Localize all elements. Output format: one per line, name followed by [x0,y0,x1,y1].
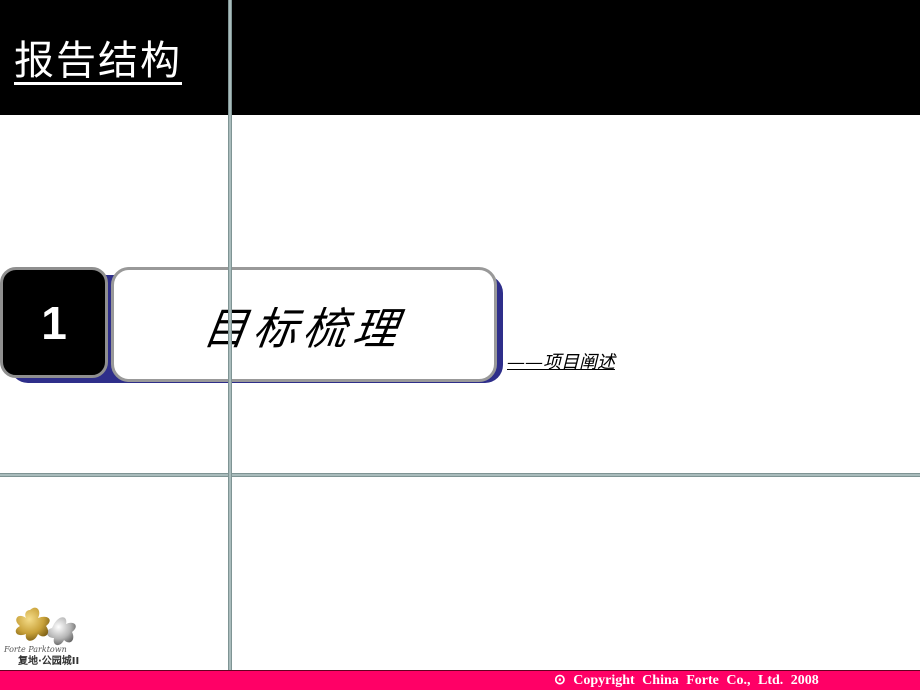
svg-text:Forte Parktown: Forte Parktown [3,645,67,654]
slide-header: 报告结构 [0,0,920,115]
section-subtitle: ——项目阐述 [507,352,615,373]
vertical-grid-line [228,0,232,690]
copyright-notice: ⊙ Copyright China Forte Co., Ltd. 2008 [554,672,819,689]
section-number: 1 [41,296,67,349]
section-title-box: 目标梳理 [111,267,497,382]
copyright-icon: ⊙ [554,673,566,688]
svg-text:复地·公园城II: 复地·公园城II [17,654,79,667]
slide-title: 报告结构 [14,38,182,85]
section-number-box: 1 [0,267,108,378]
copyright-text: Copyright China Forte Co., Ltd. 2008 [573,673,819,688]
star-figures-icon: Forte Parktown 复地·公园城II [3,607,79,667]
footer-bar: ⊙ Copyright China Forte Co., Ltd. 2008 [0,670,920,690]
company-logo: Forte Parktown 复地·公园城II [2,606,92,668]
horizontal-grid-line [0,473,920,477]
